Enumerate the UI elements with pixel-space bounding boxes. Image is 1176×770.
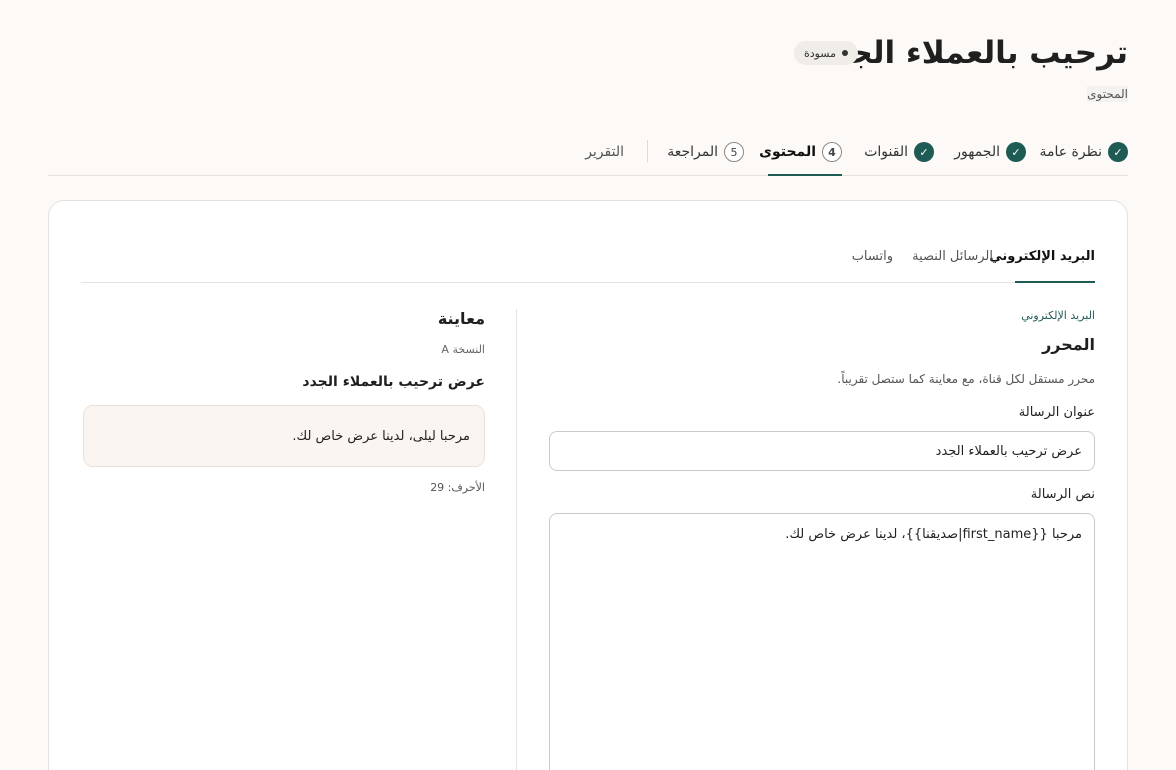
status-badge: مسودة bbox=[793, 41, 858, 65]
preview-variant: النسخة A bbox=[441, 343, 485, 356]
tab-sms[interactable]: الرسائل النصية bbox=[912, 249, 993, 264]
stepper-divider bbox=[647, 140, 648, 162]
preview-body: مرحبا ليلى، لدينا عرض خاص لك. bbox=[292, 428, 470, 444]
step-number: 5 bbox=[724, 142, 744, 162]
preview-title: معاينة bbox=[437, 309, 485, 328]
step-overview[interactable]: ✓ نظرة عامة bbox=[1039, 142, 1128, 162]
active-step-indicator bbox=[768, 174, 842, 176]
check-icon: ✓ bbox=[1006, 142, 1026, 162]
editor-description: محرر مستقل لكل قناة، مع معاينة كما ستصل … bbox=[837, 372, 1095, 386]
character-count: الأحرف: 29 bbox=[430, 481, 485, 494]
tab-whatsapp[interactable]: واتساب bbox=[852, 249, 893, 264]
step-audience[interactable]: ✓ الجمهور bbox=[954, 142, 1026, 162]
step-content[interactable]: 4 المحتوى bbox=[759, 142, 842, 162]
status-badge-label: مسودة bbox=[803, 46, 836, 60]
step-review[interactable]: 5 المراجعة bbox=[667, 142, 744, 162]
subject-input[interactable]: عرض ترحيب بالعملاء الجدد bbox=[549, 431, 1095, 471]
step-channels[interactable]: ✓ القنوات bbox=[864, 142, 934, 162]
status-dot-icon bbox=[842, 50, 848, 56]
editor-eyebrow: البريد الإلكتروني bbox=[1021, 309, 1095, 322]
subject-label: عنوان الرسالة bbox=[1018, 405, 1095, 420]
active-tab-indicator bbox=[1015, 281, 1095, 283]
check-icon: ✓ bbox=[914, 142, 934, 162]
breadcrumb: المحتوى bbox=[1087, 86, 1128, 102]
body-label: نص الرسالة bbox=[1030, 487, 1095, 502]
step-number: 4 bbox=[822, 142, 842, 162]
body-textarea[interactable]: مرحبا {{first_name|صديقنا}}، لدينا عرض خ… bbox=[549, 513, 1095, 770]
check-icon: ✓ bbox=[1108, 142, 1128, 162]
editor-panel: البريد الإلكتروني المحرر محرر مستقل لكل … bbox=[549, 309, 1095, 770]
wizard-stepper: ✓ نظرة عامة ✓ الجمهور ✓ القنوات 4 المحتو… bbox=[48, 136, 1128, 176]
content-card: البريد الإلكتروني الرسائل النصية واتساب … bbox=[48, 200, 1128, 770]
preview-message-bubble: مرحبا ليلى، لدينا عرض خاص لك. bbox=[83, 405, 485, 467]
step-label: نظرة عامة bbox=[1039, 144, 1102, 160]
step-label: المحتوى bbox=[759, 144, 816, 160]
page-title: ترحيب بالعملاء الجدد bbox=[816, 35, 1129, 71]
page-header: ترحيب بالعملاء الجدد مسودة bbox=[48, 34, 1129, 74]
step-label: التقرير bbox=[585, 144, 624, 160]
preview-panel: معاينة النسخة A عرض ترحيب بالعملاء الجدد… bbox=[81, 309, 485, 495]
channel-tabs: البريد الإلكتروني الرسائل النصية واتساب bbox=[81, 241, 1095, 283]
step-label: القنوات bbox=[864, 144, 908, 160]
editor-title: المحرر bbox=[1042, 335, 1095, 354]
step-label: المراجعة bbox=[667, 144, 718, 160]
column-divider bbox=[516, 309, 517, 770]
tab-email[interactable]: البريد الإلكتروني bbox=[989, 249, 1095, 264]
preview-subject: عرض ترحيب بالعملاء الجدد bbox=[302, 374, 485, 390]
step-label: الجمهور bbox=[954, 144, 1000, 160]
step-report[interactable]: التقرير bbox=[585, 142, 624, 162]
